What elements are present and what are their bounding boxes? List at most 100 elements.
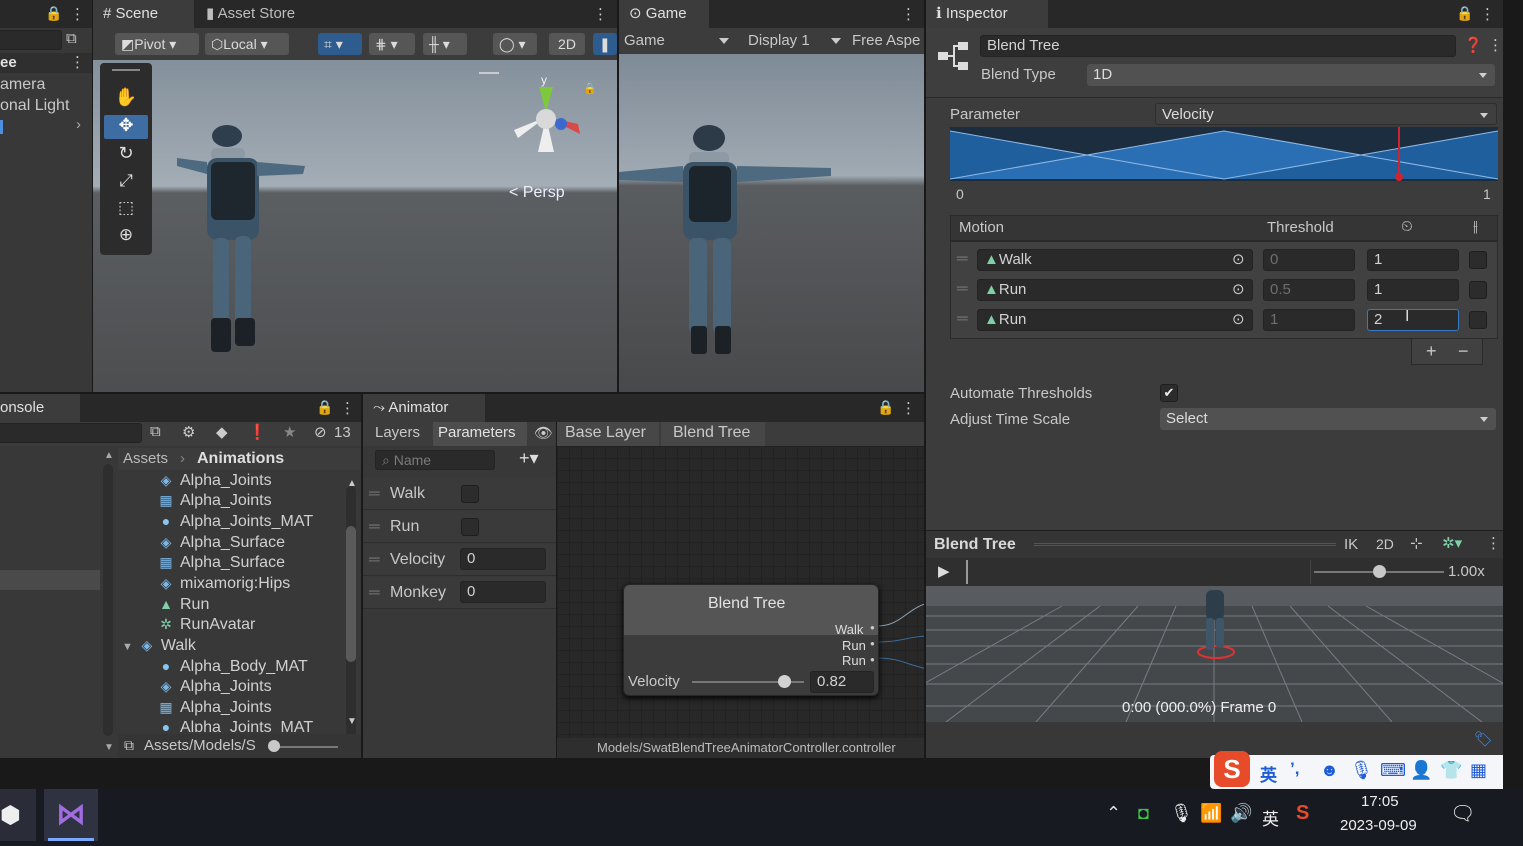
- list-item[interactable]: ▦ Alpha_Joints: [158, 490, 271, 510]
- lock-icon[interactable]: 🔒: [316, 399, 333, 416]
- taskbar-app-visual-studio[interactable]: ⋈: [44, 789, 98, 841]
- object-picker-icon[interactable]: ⊙: [1232, 250, 1245, 268]
- game-menu-icon[interactable]: ⋮: [901, 5, 916, 23]
- scene-menu-icon[interactable]: ⋮: [70, 53, 85, 71]
- drag-handle-icon[interactable]: ═: [369, 518, 380, 535]
- 2d-toggle[interactable]: 2D: [549, 33, 585, 55]
- list-item[interactable]: ◈ Alpha_Joints: [158, 470, 272, 490]
- crumb-blend-tree[interactable]: Blend Tree: [661, 422, 765, 446]
- motion-field[interactable]: ▲Walk: [977, 249, 1253, 271]
- tab-parameters[interactable]: Parameters: [433, 422, 527, 446]
- threshold-field[interactable]: 0.5: [1263, 279, 1355, 301]
- ime-language-toggle[interactable]: 英: [1260, 761, 1277, 786]
- lock-icon[interactable]: 🔒: [583, 82, 597, 95]
- drag-handle-icon[interactable]: ═: [957, 280, 968, 297]
- hidden-packages-icon[interactable]: ⊘: [314, 423, 327, 441]
- hierarchy-item-camera[interactable]: amera: [0, 76, 45, 94]
- tab-console[interactable]: onsole: [0, 394, 80, 422]
- bool-checkbox[interactable]: [461, 485, 479, 503]
- list-item[interactable]: ● Alpha_Joints_MAT: [158, 511, 313, 531]
- ime-punctuation-toggle[interactable]: ’,: [1290, 759, 1299, 779]
- microphone-icon[interactable]: 🎙: [1350, 760, 1373, 781]
- time-scale-field[interactable]: 1: [1367, 279, 1459, 301]
- hand-tool-icon[interactable]: ✋: [104, 87, 148, 111]
- label-icon[interactable]: ◆: [216, 423, 228, 441]
- drag-handle-icon[interactable]: ═: [957, 250, 968, 267]
- parameter-search[interactable]: ⌕ Name: [375, 450, 495, 470]
- network-icon[interactable]: 📶: [1200, 803, 1222, 824]
- graph-marker-dot[interactable]: [1395, 173, 1403, 181]
- filter-icon[interactable]: ⚙: [182, 423, 195, 441]
- chat-button[interactable]: ❚: [593, 33, 617, 55]
- skin-icon[interactable]: 👕: [1440, 760, 1462, 781]
- tab-game[interactable]: ⊙ Game: [619, 0, 709, 28]
- tab-inspector[interactable]: ℹ Inspector: [926, 0, 1048, 28]
- preview-drag-bar[interactable]: [1034, 543, 1336, 546]
- taskbar-app-unity[interactable]: ⬢: [0, 789, 36, 841]
- list-item[interactable]: ◈ mixamorig:Hips: [158, 573, 291, 593]
- hierarchy-item-light[interactable]: onal Light: [0, 97, 69, 115]
- tray-app-icon[interactable]: ◘: [1138, 803, 1149, 824]
- parameter-row[interactable]: ═ Velocity 0: [363, 544, 556, 576]
- remove-motion-button[interactable]: −: [1458, 341, 1469, 362]
- scene-menu-icon[interactable]: ⋮: [593, 5, 608, 23]
- drag-handle-icon[interactable]: ═: [957, 310, 968, 327]
- sogou-logo-icon[interactable]: S: [1214, 751, 1250, 787]
- scene-viewport[interactable]: ✋ ✥ ↻ ⤢ ⬚ ⊕ y 🔒 < Persp: [93, 60, 617, 392]
- parameter-row[interactable]: ═ Monkey 0: [363, 577, 556, 609]
- inspector-menu-icon[interactable]: ⋮: [1480, 5, 1495, 23]
- rect-tool-icon[interactable]: ⬚: [104, 198, 148, 222]
- list-item[interactable]: ● Alpha_Body_MAT: [158, 656, 308, 676]
- chevron-down-icon[interactable]: [831, 38, 841, 44]
- ik-toggle[interactable]: IK: [1344, 536, 1358, 553]
- scale-tool-icon[interactable]: ⤢: [104, 171, 148, 195]
- user-icon[interactable]: 👤: [1410, 760, 1432, 781]
- ruler-button[interactable]: ╫ ▾: [423, 33, 467, 55]
- threshold-field[interactable]: 0: [1263, 249, 1355, 271]
- move-tool-icon[interactable]: ✥: [104, 115, 148, 139]
- volume-icon[interactable]: 🔊: [1230, 803, 1252, 824]
- pivot-display-icon[interactable]: ⊹: [1410, 534, 1423, 552]
- rotate-tool-icon[interactable]: ↻: [104, 143, 148, 167]
- blend-graph[interactable]: [950, 127, 1498, 181]
- motion-row[interactable]: ═ ▲Run ⊙ 1 2 I: [951, 306, 1497, 334]
- adjust-time-scale-dropdown[interactable]: Select: [1160, 408, 1496, 430]
- scene-search-icon[interactable]: ⧉: [66, 30, 77, 47]
- object-picker-icon[interactable]: ⊙: [1232, 310, 1245, 328]
- list-item[interactable]: ✲ RunAvatar: [158, 614, 255, 634]
- expand-arrow-icon[interactable]: ▼: [122, 641, 133, 653]
- blend-type-dropdown[interactable]: 1D: [1087, 64, 1495, 86]
- project-search[interactable]: [0, 423, 142, 443]
- add-parameter-button[interactable]: +▾: [519, 448, 539, 469]
- list-item[interactable]: ◈ Alpha_Surface: [158, 532, 285, 552]
- motion-row[interactable]: ═ ▲Run ⊙ 0.5 1: [951, 276, 1497, 304]
- keyboard-icon[interactable]: ⌨: [1380, 760, 1406, 781]
- component-menu-icon[interactable]: ⋮: [1488, 36, 1503, 54]
- grid-snap-button[interactable]: ⌗ ▾: [318, 33, 362, 55]
- preview-2d-toggle[interactable]: 2D: [1376, 536, 1394, 552]
- help-icon[interactable]: ❓: [1464, 36, 1483, 54]
- node-param-value[interactable]: 0.82: [810, 671, 874, 693]
- preview-menu-icon[interactable]: ⋮: [1486, 534, 1501, 552]
- transform-tool-icon[interactable]: ⊕: [104, 225, 148, 249]
- lock-icon[interactable]: 🔒: [45, 5, 62, 22]
- favorite-star-icon[interactable]: ★: [283, 423, 296, 441]
- label-tag-icon[interactable]: 🏷: [1474, 730, 1493, 748]
- console-menu-icon[interactable]: ⋮: [340, 399, 355, 417]
- project-path[interactable]: Assets/Models/S: [144, 737, 256, 754]
- search-by-type-icon[interactable]: ⧉: [150, 423, 161, 440]
- object-picker-icon[interactable]: ⊙: [1232, 280, 1245, 298]
- notification-icon[interactable]: 🗨: [1450, 801, 1475, 826]
- hierarchy-menu-icon[interactable]: ⋮: [70, 5, 85, 23]
- blend-tree-node[interactable]: Blend Tree Walk Run Run ● ● ● Velocity 0…: [623, 584, 879, 696]
- float-field[interactable]: 0: [460, 548, 546, 570]
- time-scale-icon[interactable]: ⏲: [1401, 218, 1413, 235]
- mirror-checkbox[interactable]: [1469, 311, 1487, 329]
- mirror-icon[interactable]: ⫲: [1473, 218, 1478, 235]
- parameter-row[interactable]: ═ Run: [363, 511, 556, 543]
- chevron-up-icon[interactable]: ⌃: [1106, 803, 1121, 824]
- snap-increment-button[interactable]: ⋕ ▾: [369, 33, 415, 55]
- orientation-gizmo[interactable]: y: [508, 72, 588, 182]
- local-dropdown[interactable]: ⬡Local ▾: [205, 33, 289, 55]
- pivot-dropdown[interactable]: ◩Pivot ▾: [115, 33, 199, 55]
